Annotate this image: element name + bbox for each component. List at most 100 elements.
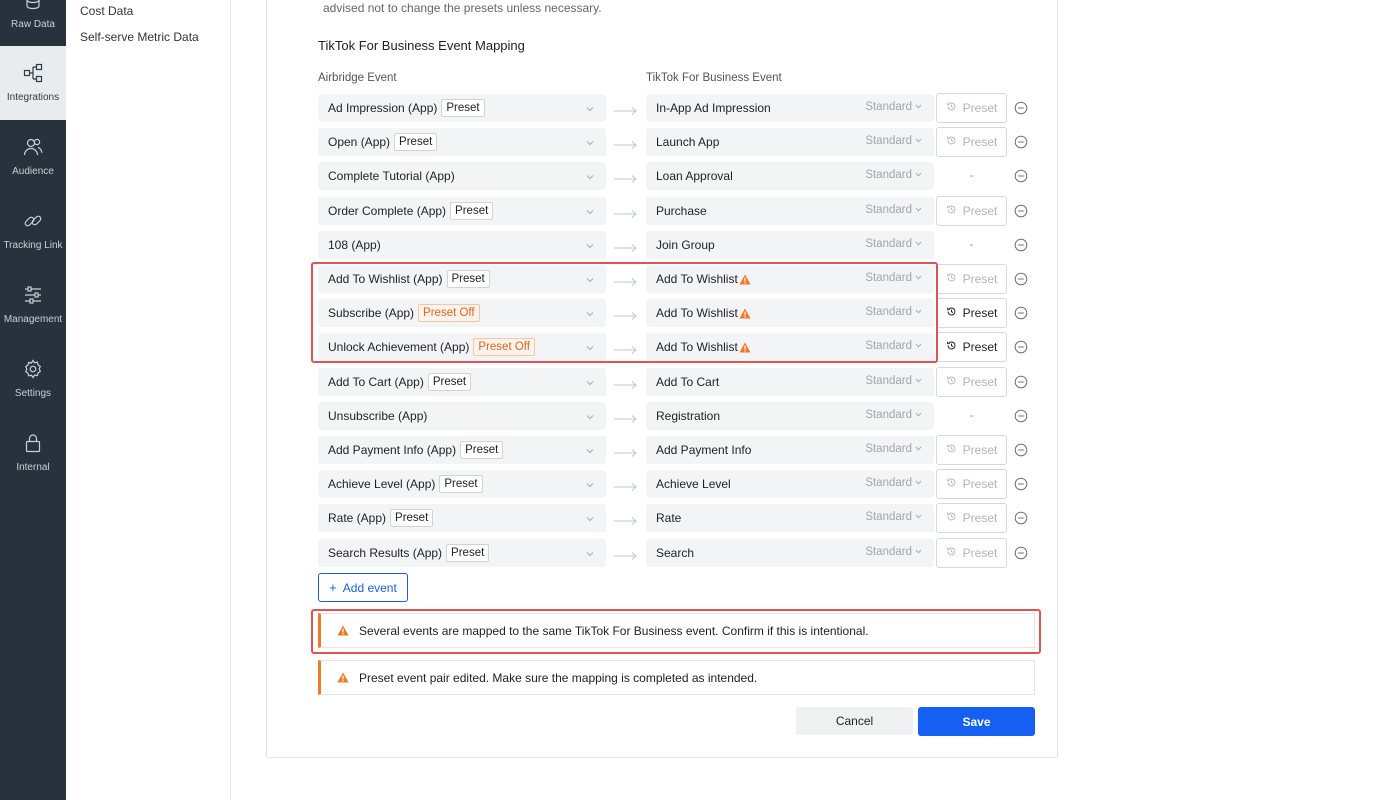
chevron-down-icon xyxy=(586,341,594,351)
airbridge-event-select[interactable]: Add To Cart (App) Preset xyxy=(318,367,606,396)
tiktok-event-select[interactable]: Add To Cart Standard xyxy=(646,367,934,396)
nav-item-audience[interactable]: Audience xyxy=(0,120,66,194)
nav-item-internal[interactable]: Internal xyxy=(0,416,66,490)
event-type-dropdown[interactable]: Standard xyxy=(865,272,922,284)
event-type-dropdown[interactable]: Standard xyxy=(865,101,922,113)
add-event-label: Add event xyxy=(342,580,397,595)
remove-row-icon[interactable] xyxy=(1014,101,1028,115)
secondary-sidebar: Cost Data Self-serve Metric Data xyxy=(66,0,231,800)
airbridge-event-select[interactable]: Complete Tutorial (App) xyxy=(318,162,606,191)
remove-row-icon[interactable] xyxy=(1014,169,1028,183)
arrow-right-icon xyxy=(614,103,638,115)
column-header-airbridge-event: Airbridge Event xyxy=(318,72,397,84)
add-event-button[interactable]: + Add event xyxy=(318,573,408,602)
preset-badge: Preset xyxy=(460,441,504,459)
history-icon xyxy=(946,477,963,491)
event-type-dropdown[interactable]: Standard xyxy=(865,409,922,421)
event-type-dropdown[interactable]: Standard xyxy=(865,238,922,250)
event-type-dropdown[interactable]: Standard xyxy=(865,511,922,523)
airbridge-event-select[interactable]: Open (App) Preset xyxy=(318,128,606,157)
event-type-label: Standard xyxy=(865,272,912,284)
nav-item-tracking-link[interactable]: Tracking Link xyxy=(0,194,66,268)
airbridge-event-select[interactable]: Subscribe (App) Preset Off xyxy=(318,299,606,328)
chevron-down-icon xyxy=(586,410,594,420)
event-type-dropdown[interactable]: Standard xyxy=(865,135,922,147)
remove-row-icon[interactable] xyxy=(1014,204,1028,218)
tiktok-event-select[interactable]: Achieve Level Standard xyxy=(646,470,934,499)
chevron-down-icon xyxy=(912,238,922,250)
preset-badge: Preset xyxy=(446,270,490,288)
event-type-dropdown[interactable]: Standard xyxy=(865,443,922,455)
tiktok-event-label: Add Payment Info xyxy=(656,443,752,457)
tiktok-event-select[interactable]: Search Standard xyxy=(646,538,934,567)
event-type-label: Standard xyxy=(865,443,912,455)
event-type-label: Standard xyxy=(865,477,912,490)
remove-row-icon[interactable] xyxy=(1014,443,1028,457)
event-type-dropdown[interactable]: Standard xyxy=(865,546,922,558)
nav-item-raw-data[interactable]: Raw Data xyxy=(0,0,66,47)
airbridge-event-select[interactable]: Search Results (App) Preset xyxy=(318,538,606,567)
history-icon xyxy=(946,511,963,525)
tiktok-event-select[interactable]: Loan Approval Standard xyxy=(646,162,934,191)
lock-icon xyxy=(23,433,43,462)
remove-row-icon[interactable] xyxy=(1014,135,1028,149)
remove-row-icon[interactable] xyxy=(1014,238,1028,252)
event-type-dropdown[interactable]: Standard xyxy=(865,169,922,181)
tiktok-event-select[interactable]: Launch App Standard xyxy=(646,128,934,157)
remove-row-icon[interactable] xyxy=(1014,340,1028,354)
mapping-row: Order Complete (App) Preset Purchase Standa… xyxy=(318,195,1038,226)
tiktok-event-label: Loan Approval xyxy=(656,169,733,184)
event-type-dropdown[interactable]: Standard xyxy=(865,340,922,352)
airbridge-event-label: Unsubscribe (App) xyxy=(328,408,428,423)
remove-row-icon[interactable] xyxy=(1014,409,1028,423)
tiktok-event-select[interactable]: Add Payment Info Standard xyxy=(646,436,934,464)
event-type-dropdown[interactable]: Standard xyxy=(865,306,922,318)
restore-preset-button[interactable]: Preset xyxy=(936,298,1007,329)
airbridge-event-select[interactable]: Add Payment Info (App) Preset xyxy=(318,436,606,464)
airbridge-event-select[interactable]: Achieve Level (App) Preset xyxy=(318,470,606,499)
nav-item-label: Settings xyxy=(14,388,52,399)
tiktok-event-select[interactable]: Add To Wishlist Standard xyxy=(646,299,934,328)
restore-preset-button[interactable]: Preset xyxy=(936,332,1007,363)
airbridge-event-select[interactable]: 108 (App) xyxy=(318,230,606,259)
nav-item-integrations[interactable]: Integrations xyxy=(0,46,66,120)
airbridge-event-select[interactable]: Ad Impression (App) Preset xyxy=(318,94,606,122)
remove-row-icon[interactable] xyxy=(1014,511,1028,525)
arrow-right-icon xyxy=(614,513,638,526)
airbridge-event-select[interactable]: Add To Wishlist (App) Preset xyxy=(318,265,606,293)
tiktok-event-select[interactable]: Add To Wishlist Standard xyxy=(646,333,934,362)
subnav-item-cost-data[interactable]: Cost Data xyxy=(80,4,133,18)
remove-row-icon[interactable] xyxy=(1014,477,1028,491)
airbridge-event-select[interactable]: Unlock Achievement (App) Preset Off xyxy=(318,333,606,362)
tiktok-event-select[interactable]: Join Group Standard xyxy=(646,230,934,259)
remove-row-icon[interactable] xyxy=(1014,375,1028,389)
preset-note: advised not to change the presets unless… xyxy=(323,1,602,15)
restore-preset-label: Preset xyxy=(962,101,998,115)
subnav-item-self-serve-metric-data[interactable]: Self-serve Metric Data xyxy=(80,30,199,44)
tiktok-event-select[interactable]: Registration Standard xyxy=(646,401,934,430)
event-type-dropdown[interactable]: Standard xyxy=(865,477,922,489)
event-type-dropdown[interactable]: Standard xyxy=(865,375,922,387)
remove-row-icon[interactable] xyxy=(1014,272,1028,286)
airbridge-event-label: Add Payment Info (App) xyxy=(328,443,457,457)
airbridge-event-select[interactable]: Rate (App) Preset xyxy=(318,504,606,533)
remove-row-icon[interactable] xyxy=(1014,546,1028,560)
cancel-button[interactable]: Cancel xyxy=(796,707,913,735)
mapping-row: Achieve Level (App) Preset Achieve Level St… xyxy=(318,469,1038,500)
nav-item-settings[interactable]: Settings xyxy=(0,342,66,416)
nav-item-management[interactable]: Management xyxy=(0,268,66,342)
tiktok-event-select[interactable]: Add To Wishlist Standard xyxy=(646,265,934,293)
event-type-dropdown[interactable]: Standard xyxy=(865,204,922,216)
chevron-down-icon xyxy=(586,547,594,556)
save-button[interactable]: Save xyxy=(918,707,1035,736)
chevron-down-icon xyxy=(912,375,922,387)
airbridge-event-select[interactable]: Order Complete (App) Preset xyxy=(318,196,606,225)
integrations-icon xyxy=(23,63,43,92)
airbridge-event-select[interactable]: Unsubscribe (App) xyxy=(318,401,606,430)
duplicate-mapping-alert: Several events are mapped to the same Ti… xyxy=(318,613,1035,648)
preset-placeholder: - xyxy=(969,168,974,183)
tiktok-event-select[interactable]: Purchase Standard xyxy=(646,196,934,225)
tiktok-event-select[interactable]: Rate Standard xyxy=(646,504,934,533)
remove-row-icon[interactable] xyxy=(1014,306,1028,320)
tiktok-event-select[interactable]: In-App Ad Impression Standard xyxy=(646,94,934,122)
